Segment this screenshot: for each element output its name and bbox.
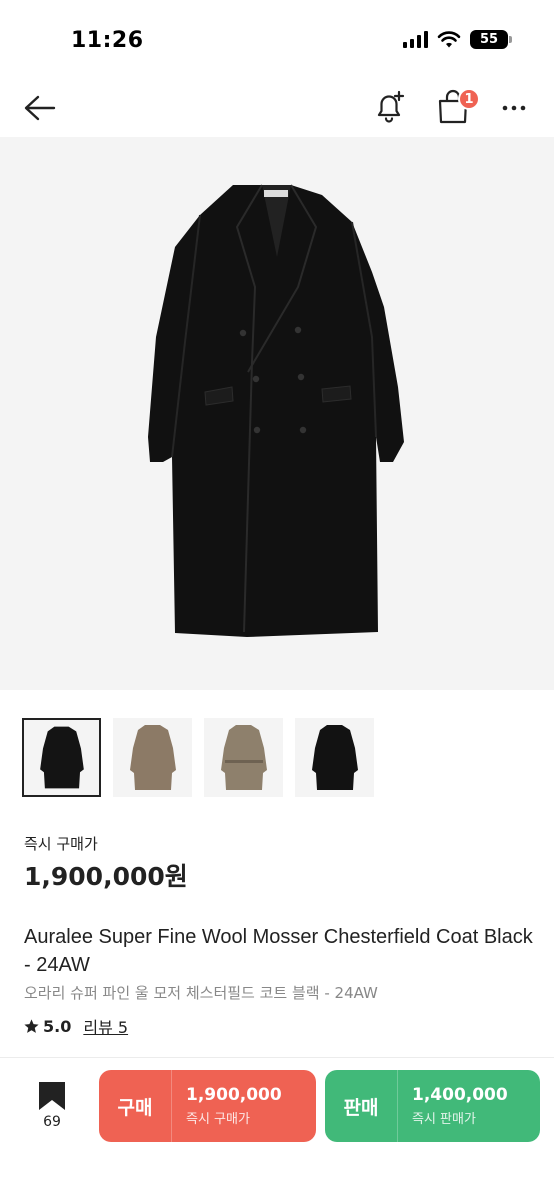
signal-icon <box>403 31 428 48</box>
instant-price-label: 즉시 구매가 <box>24 835 98 853</box>
review-link[interactable]: 리뷰 5 <box>83 1014 128 1038</box>
thumbnail-taupe-belted-coat[interactable] <box>204 718 283 797</box>
cart-button[interactable]: 1 <box>434 86 480 126</box>
coat-thumbnail-icon <box>221 725 267 790</box>
arrow-left-icon <box>24 95 56 121</box>
star-icon <box>24 1018 39 1033</box>
sell-button-label: 판매 <box>343 1096 379 1119</box>
coat-thumbnail-icon <box>130 725 176 790</box>
divider <box>0 1057 554 1058</box>
status-time: 11:26 <box>71 28 144 53</box>
more-button[interactable] <box>496 90 536 126</box>
coat-thumbnail-icon <box>312 725 358 790</box>
status-bar: 11:26 55 <box>0 0 554 80</box>
buy-button-sub: 즉시 구매가 <box>186 1112 250 1127</box>
thumbnail-black-belted-coat[interactable] <box>295 718 374 797</box>
sell-button-price: 1,400,000 <box>412 1085 508 1105</box>
bookmark-count: 69 <box>43 1114 61 1130</box>
wifi-icon <box>437 30 461 47</box>
instant-price: 1,900,000원 <box>24 862 188 891</box>
product-title-en: Auralee Super Fine Wool Mosser Chesterfi… <box>24 926 533 976</box>
bookmark-button[interactable]: 69 <box>32 1080 72 1134</box>
sell-button[interactable]: 판매 1,400,000 즉시 판매가 <box>325 1070 540 1142</box>
nav-bar: 1 <box>0 80 554 136</box>
alert-button[interactable] <box>372 88 408 126</box>
product-image[interactable] <box>0 137 554 690</box>
battery-level: 55 <box>479 32 499 47</box>
buy-button-price: 1,900,000 <box>186 1085 282 1105</box>
rating-row: 5.0 리뷰 5 <box>23 1014 128 1038</box>
bell-plus-icon <box>377 90 405 123</box>
coat-thumbnail-icon <box>40 726 84 789</box>
status-icons: 55 <box>403 30 512 49</box>
back-button[interactable] <box>20 90 60 126</box>
buy-button[interactable]: 구매 1,900,000 즉시 구매가 <box>99 1070 316 1142</box>
cart-badge: 1 <box>458 88 480 110</box>
bookmark-icon <box>39 1082 65 1110</box>
battery-icon: 55 <box>470 30 512 49</box>
buy-button-label: 구매 <box>117 1096 153 1119</box>
rating-value: 5.0 <box>43 1016 72 1036</box>
thumbnail-black-coat[interactable] <box>22 718 101 797</box>
sell-button-sub: 즉시 판매가 <box>412 1112 476 1127</box>
thumbnail-taupe-coat[interactable] <box>113 718 192 797</box>
thumbnail-strip <box>22 718 374 797</box>
more-horizontal-icon <box>502 105 526 111</box>
coat-image-icon <box>148 184 404 637</box>
product-title-ko: 오라리 슈퍼 파인 울 모저 체스터필드 코트 블랙 - 24AW <box>24 984 378 1002</box>
